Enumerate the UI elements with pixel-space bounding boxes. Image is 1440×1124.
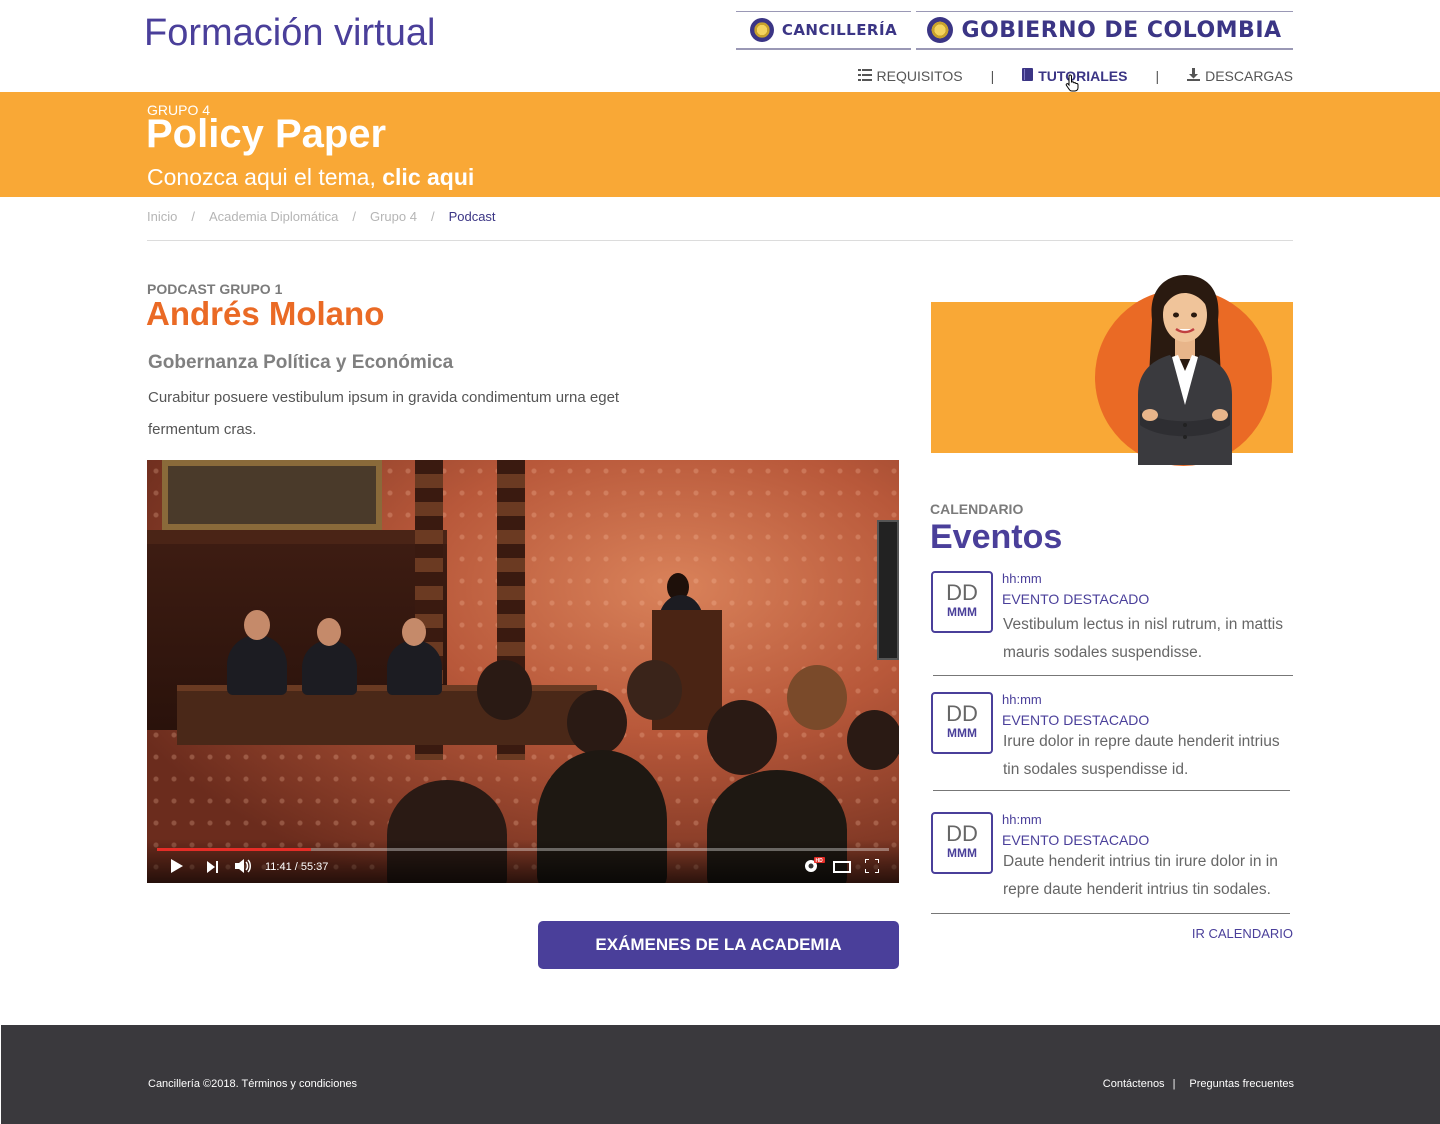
breadcrumb-separator: / [352, 209, 356, 224]
banner-click-link[interactable]: clic aqui [382, 164, 474, 190]
fullscreen-icon[interactable] [864, 858, 880, 876]
breadcrumb: Inicio / Academia Diplomática / Grupo 4 … [147, 209, 496, 224]
gobierno-logo[interactable]: GOBIERNO DE COLOMBIA [916, 11, 1293, 50]
event-time: hh:mm [1002, 812, 1042, 827]
banner-title: Policy Paper [146, 112, 387, 156]
next-icon[interactable] [207, 860, 219, 876]
breadcrumb-separator: / [430, 209, 435, 224]
event-title[interactable]: EVENTO DESTACADO [1002, 712, 1149, 728]
video-controls [147, 839, 899, 883]
footer-faq-link[interactable]: Preguntas frecuentes [1189, 1078, 1294, 1090]
event-time: hh:mm [1002, 571, 1042, 586]
event-date-box: DD MMM [931, 692, 993, 754]
nav-descargas[interactable]: DESCARGAS [1187, 68, 1293, 84]
event-day: DD [946, 821, 978, 846]
footer-copyright[interactable]: Cancillería ©2018. Términos y condicione… [148, 1078, 357, 1090]
nav-tutoriales-label: TUTORIALES [1038, 68, 1128, 84]
nav-requisitos-label: REQUISITOS [876, 68, 963, 84]
breadcrumb-separator: / [191, 209, 195, 224]
video-time: 11:41 / 55:37 [265, 861, 329, 873]
footer-links: Contáctenos | Preguntas frecuentes [1103, 1078, 1294, 1090]
nav-separator: | [990, 68, 995, 84]
hand-cursor-icon [1065, 74, 1079, 92]
event-day: DD [946, 701, 978, 726]
breadcrumb-grupo[interactable]: Grupo 4 [370, 209, 417, 224]
event-divider [933, 675, 1293, 676]
banner-subtitle: Conozca aqui el tema, clic aqui [147, 164, 474, 191]
footer-link-separator: | [1172, 1078, 1176, 1090]
breadcrumb-current: Podcast [448, 209, 496, 224]
calendar-kicker: CALENDARIO [930, 501, 1024, 517]
banner-subtitle-text: Conozca aqui el tema, [147, 164, 383, 190]
breadcrumb-divider [147, 240, 1293, 241]
calendar-link[interactable]: IR CALENDARIO [1192, 926, 1293, 941]
book-icon [1022, 68, 1034, 84]
event-description: Irure dolor in repre daute henderit intr… [1003, 733, 1280, 778]
play-icon[interactable] [171, 859, 183, 876]
settings-icon[interactable]: HD [803, 857, 825, 876]
podcast-topic: Gobernanza Política y Económica [148, 352, 454, 373]
breadcrumb-academia[interactable]: Academia Diplomática [209, 209, 338, 224]
event-day: DD [946, 580, 978, 605]
video-progress-fill [157, 848, 311, 851]
nav-requisitos[interactable]: REQUISITOS [857, 68, 963, 84]
download-icon [1187, 68, 1201, 84]
footer: Cancillería ©2018. Términos y condicione… [1, 1025, 1440, 1124]
event-title[interactable]: EVENTO DESTACADO [1002, 832, 1149, 848]
theater-mode-icon[interactable] [833, 860, 851, 876]
event-title[interactable]: EVENTO DESTACADO [1002, 591, 1149, 607]
volume-icon[interactable] [235, 859, 253, 876]
hero-banner: GRUPO 4 Policy Paper Conozca aqui el tem… [0, 92, 1440, 197]
woman-avatar-icon [1138, 275, 1232, 465]
cancilleria-logo[interactable]: CANCILLERÍA [736, 11, 911, 50]
event-month: MMM [947, 846, 977, 860]
colombia-seal-icon [927, 17, 954, 43]
event-date-box: DD MMM [931, 812, 993, 874]
exams-button[interactable]: EXÁMENES DE LA ACADEMIA [538, 921, 899, 969]
podcast-description: Curabitur posuere vestibulum ipsum in gr… [148, 389, 620, 438]
footer-contact-link[interactable]: Contáctenos [1103, 1078, 1165, 1090]
site-title[interactable]: Formación virtual [144, 12, 435, 55]
breadcrumb-inicio[interactable]: Inicio [147, 209, 177, 224]
colombia-seal-icon [749, 18, 774, 42]
event-date-box: DD MMM [931, 571, 993, 633]
video-player[interactable]: 11:41 / 55:37 HD [147, 460, 899, 883]
event-description: Daute henderit intrius tin irure dolor i… [1003, 853, 1278, 898]
nav-descargas-label: DESCARGAS [1205, 68, 1293, 84]
hd-badge: HD [816, 858, 824, 864]
event-month: MMM [947, 726, 977, 740]
event-time: hh:mm [1002, 692, 1042, 707]
gobierno-label: GOBIERNO DE COLOMBIA [961, 17, 1282, 43]
video-progress-bar[interactable] [157, 848, 889, 851]
event-month: MMM [947, 605, 977, 619]
podcast-speaker-name: Andrés Molano [146, 295, 385, 332]
event-divider [933, 790, 1290, 791]
calendar-title: Eventos [930, 518, 1063, 556]
nav-separator: | [1155, 68, 1160, 84]
event-divider [931, 913, 1290, 914]
list-icon [857, 68, 872, 84]
cancilleria-label: CANCILLERÍA [781, 21, 898, 39]
event-description: Vestibulum lectus in nisl rutrum, in mat… [1003, 616, 1283, 661]
